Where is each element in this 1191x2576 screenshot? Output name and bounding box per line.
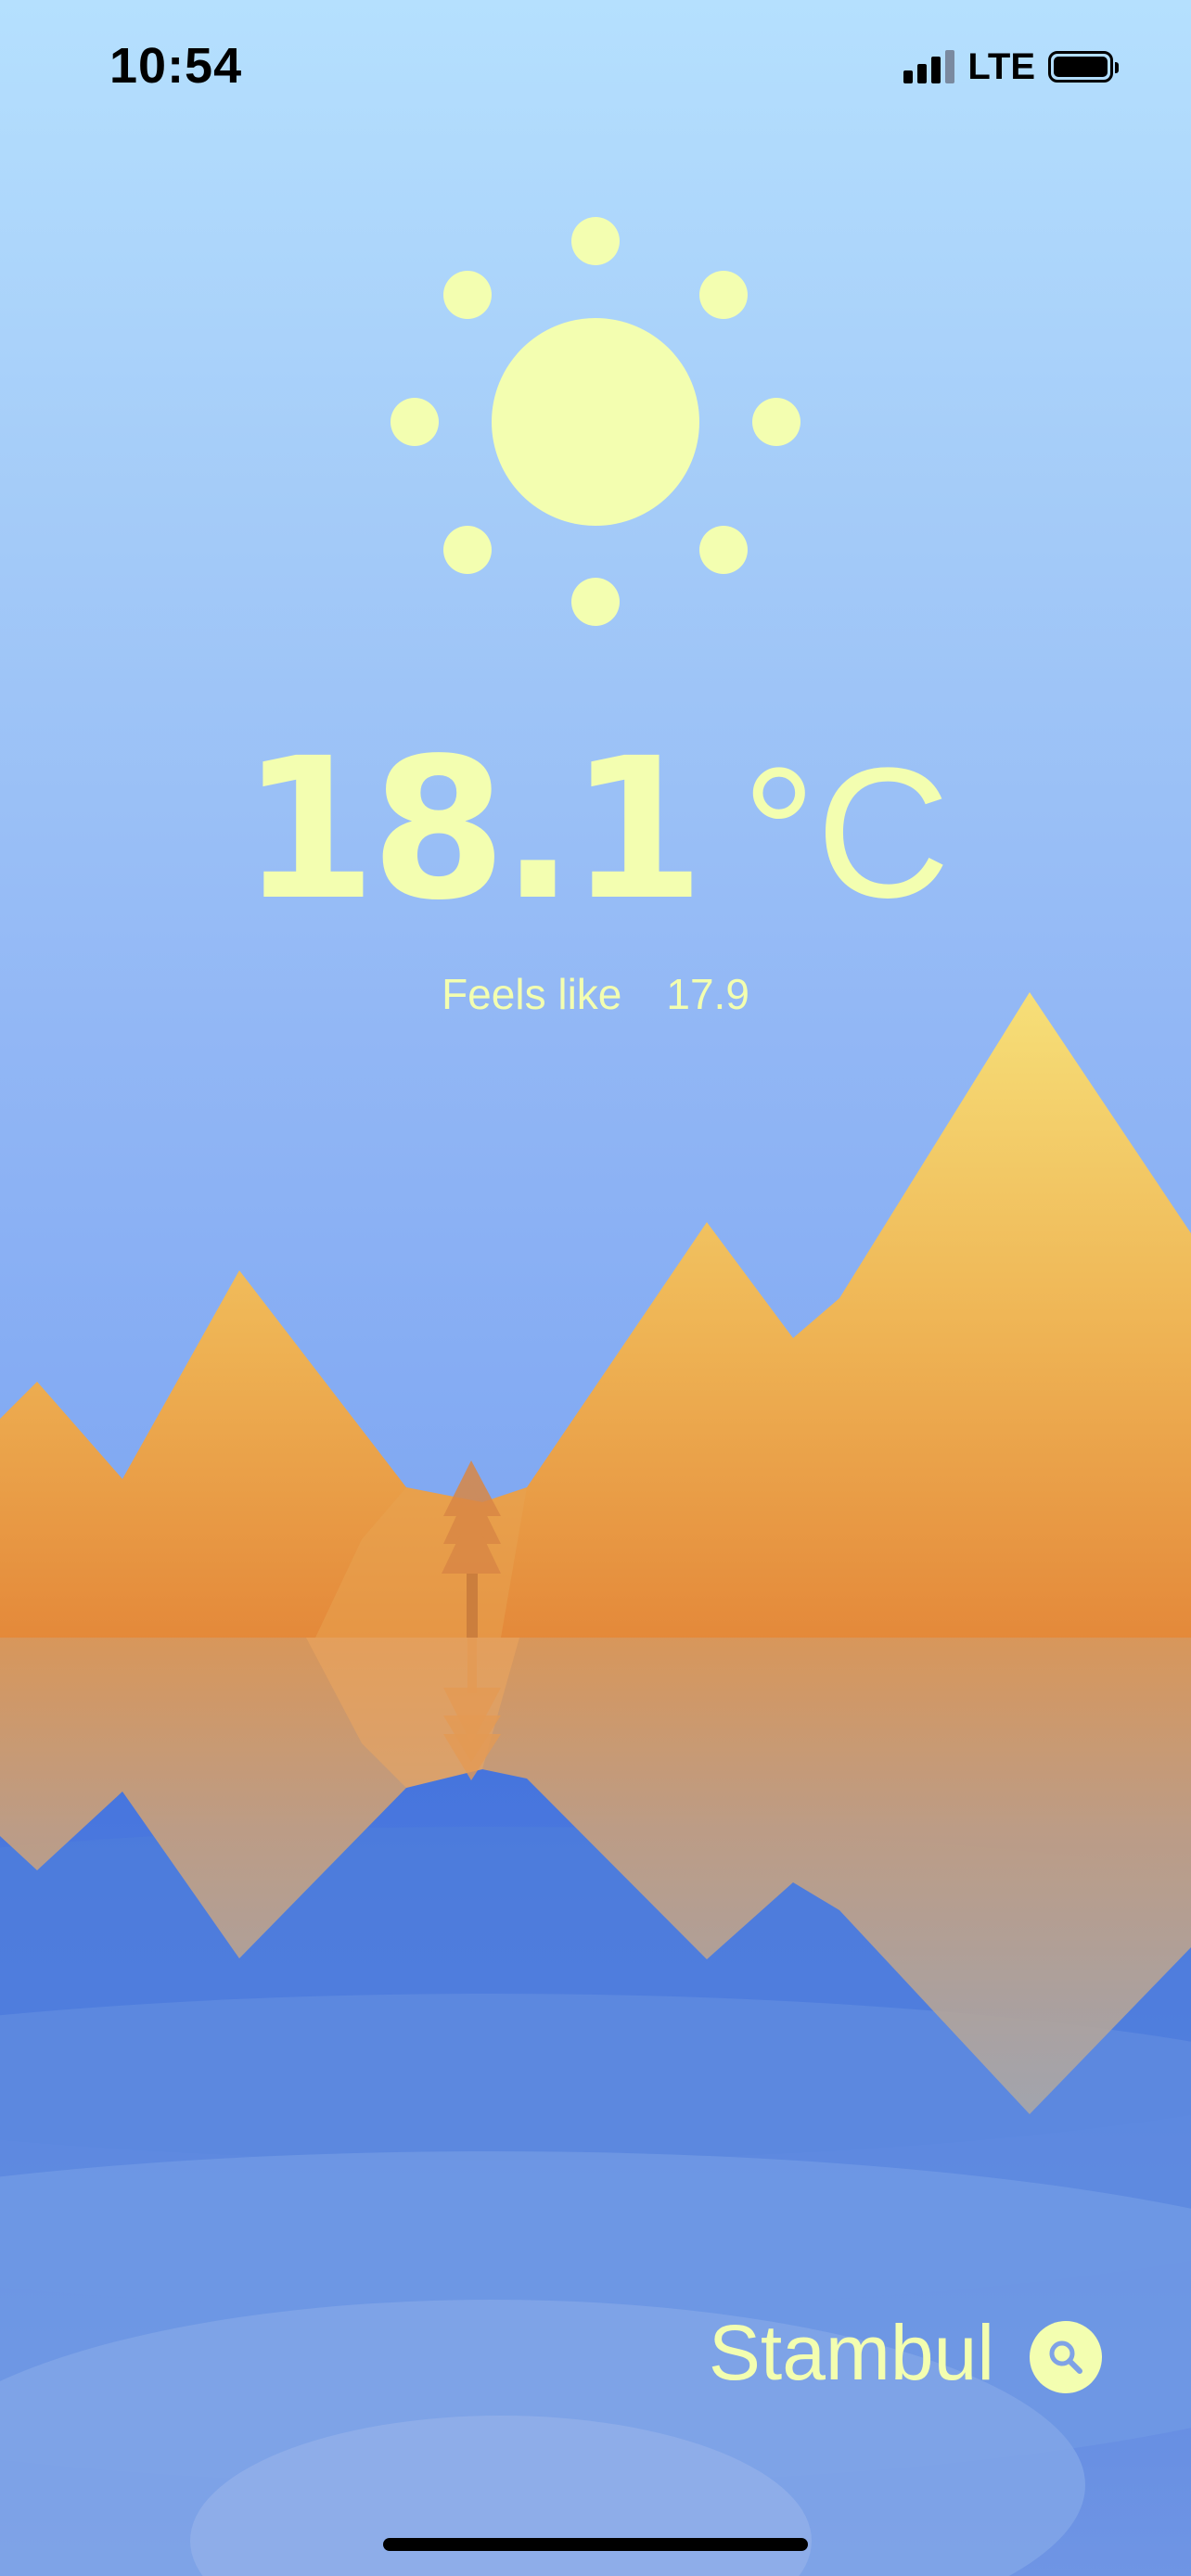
status-icons: LTE [903, 45, 1119, 87]
feels-like-value: 17.9 [666, 970, 749, 1018]
sun-icon [391, 217, 800, 626]
feels-like: Feels like 17.9 [0, 969, 1191, 1019]
temperature-value: 18.1 [240, 716, 705, 943]
city-name[interactable]: Stambul [709, 2314, 994, 2391]
temperature-unit: °C [741, 730, 951, 937]
temperature-display: 18.1 °C [0, 733, 1191, 927]
search-icon [1049, 2340, 1082, 2374]
home-indicator[interactable] [383, 2538, 808, 2551]
network-label: LTE [967, 45, 1035, 87]
status-time: 10:54 [109, 38, 243, 94]
feels-like-label: Feels like [442, 970, 622, 1018]
signal-icon [903, 50, 955, 83]
battery-icon [1048, 51, 1119, 83]
weather-screen: 10:54 LTE 18.1 °C Feels like 17.9 Stambu… [0, 0, 1191, 2576]
search-button[interactable] [1030, 2321, 1102, 2393]
